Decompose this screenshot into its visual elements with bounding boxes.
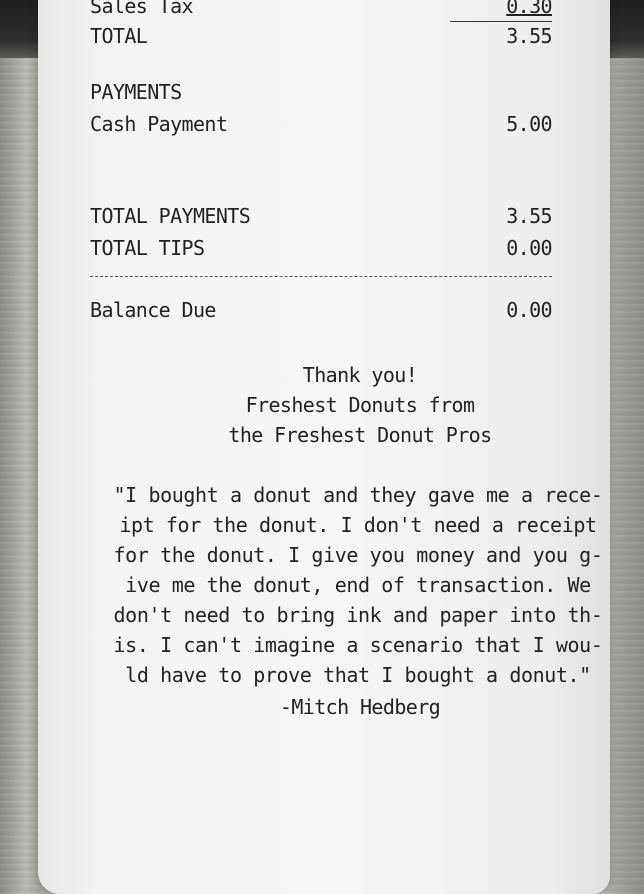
balance-due-row: Balance Due 0.00 [90, 296, 553, 324]
quote-line-5: don't need to bring ink and paper into t… [113, 603, 603, 627]
total-tips-amount: 0.00 [506, 236, 552, 260]
balance-due-label: Balance Due [90, 298, 216, 322]
sales-tax-label: Sales Tax [90, 0, 194, 18]
total-tips-row: TOTAL TIPS 0.00 [90, 234, 553, 262]
quote-line-1: "I bought a donut and they gave me a rec… [113, 483, 603, 507]
tagline-line-1: Freshest Donuts from [245, 393, 475, 417]
quote-line-7: ld have to prove that I bought a donut." [125, 663, 591, 687]
thank-you-line: Thank you! [302, 363, 418, 387]
total-payments-row: TOTAL PAYMENTS 3.55 [90, 202, 553, 230]
balance-due-amount: 0.00 [506, 298, 552, 322]
total-payments-amount: 3.55 [506, 204, 552, 228]
quote-line-3: for the donut. I give you money and you … [113, 543, 603, 567]
sales-tax-amount: 0.30 [506, 0, 552, 18]
total-row: TOTAL 3.55 [90, 22, 553, 50]
cash-payment-row: Cash Payment 5.00 [90, 110, 553, 138]
quote-line-2: ipt for the donut. I don't need a receip… [119, 513, 597, 537]
quote-line-4: ive me the donut, end of transaction. We [125, 573, 591, 597]
total-tips-label: TOTAL TIPS [90, 236, 205, 260]
receipt-paper: Sales Tax 0.30 TOTAL 3.55 PAYMENTS Cash … [38, 0, 610, 894]
cash-payment-label: Cash Payment [90, 112, 228, 136]
tagline-line-2: the Freshest Donut Pros [228, 423, 492, 447]
total-label: TOTAL [90, 24, 148, 48]
quote-author: -Mitch Hedberg [279, 695, 441, 719]
cash-payment-amount: 5.00 [506, 112, 552, 136]
quote-line-6: is. I can't imagine a scenario that I wo… [113, 633, 603, 657]
sales-tax-row: Sales Tax 0.30 [90, 0, 553, 20]
total-payments-label: TOTAL PAYMENTS [90, 204, 251, 228]
total-amount: 3.55 [506, 24, 552, 48]
dashed-divider [90, 276, 552, 277]
payments-title: PAYMENTS [90, 80, 182, 104]
